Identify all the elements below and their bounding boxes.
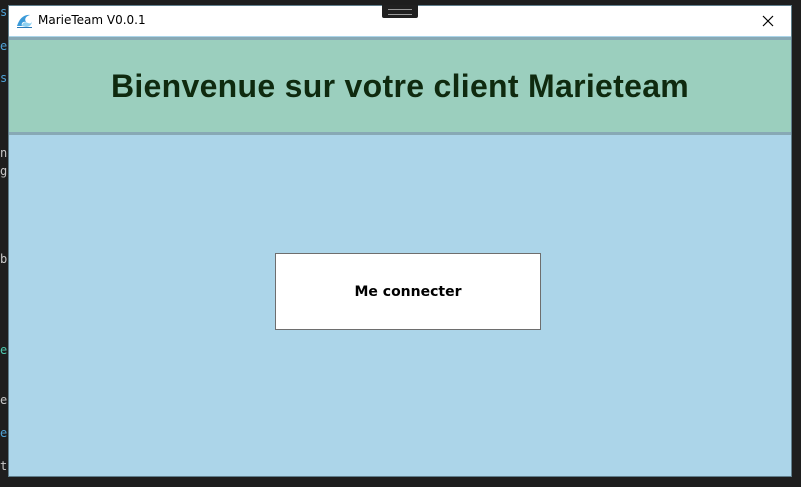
editor-char: e xyxy=(0,426,8,440)
editor-char: e xyxy=(0,393,8,407)
app-window: MarieTeam V0.0.1 Bienvenue sur votre cli… xyxy=(8,5,792,477)
editor-char: n xyxy=(0,146,8,160)
close-icon xyxy=(762,15,774,27)
page-title: Bienvenue sur votre client Marieteam xyxy=(110,67,690,104)
editor-char: g xyxy=(0,164,8,178)
editor-char: b xyxy=(0,252,8,266)
window-title: MarieTeam V0.0.1 xyxy=(38,13,146,27)
editor-char: s xyxy=(0,5,8,19)
drag-handle[interactable] xyxy=(382,5,418,18)
connect-button[interactable]: Me connecter xyxy=(275,253,541,330)
editor-char: e xyxy=(0,39,8,53)
editor-char: e xyxy=(0,343,8,357)
background-editor-strip: s e s n g b e e e t xyxy=(0,0,8,487)
editor-char: t xyxy=(0,459,8,473)
marieteam-wave-icon xyxy=(16,12,33,29)
close-button[interactable] xyxy=(745,6,791,36)
editor-char: s xyxy=(0,71,8,85)
header-banner: Bienvenue sur votre client Marieteam xyxy=(9,37,791,135)
